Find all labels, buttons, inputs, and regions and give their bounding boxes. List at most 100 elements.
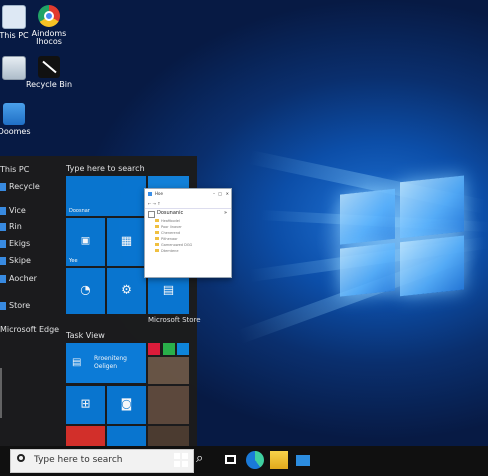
gear-icon: ⚙ — [121, 282, 132, 297]
tile-group-title: Type here to search — [66, 164, 145, 173]
tile-photo-2[interactable] — [148, 426, 189, 446]
windows-start-icon[interactable] — [172, 451, 190, 469]
folder-icon — [155, 237, 159, 240]
forward-icon[interactable]: → — [153, 201, 156, 206]
tile-yee[interactable]: ▣ Yee — [66, 218, 105, 266]
taskbar-search-box[interactable]: Type here to search — [10, 449, 194, 473]
start-item-label: Microsoft Edge — [0, 325, 60, 334]
app-icon — [0, 274, 6, 283]
desktop-icon-app[interactable]: Recycle Bin — [19, 56, 79, 89]
start-item-rin[interactable]: Rin — [0, 220, 62, 234]
folder-icon — [155, 243, 159, 246]
start-item-label: Rin — [9, 222, 22, 231]
edge-icon[interactable] — [246, 451, 264, 469]
folder-icon — [155, 231, 159, 234]
start-menu-app-list: This PC Recycle Vice Rin Ekigs Skipe Aoc… — [0, 156, 62, 446]
start-item-label: Store — [9, 301, 31, 310]
desktop-icon-label: Aindoms Ihocos — [31, 29, 67, 46]
close-icon[interactable]: ✕ — [226, 189, 229, 199]
app-icon — [0, 301, 6, 310]
tile-blue[interactable] — [107, 426, 146, 446]
task-view-icon[interactable] — [222, 451, 240, 469]
tile-doosnar[interactable]: Doosnar — [66, 176, 146, 216]
address-label: Dosunanic — [157, 210, 184, 216]
camera-icon: ◙ — [120, 396, 133, 411]
folder-name: Gamenowed DGG — [161, 243, 193, 247]
folder-name: Poor linaver — [161, 225, 182, 229]
app-icon — [0, 239, 6, 248]
desktop-icon-chrome[interactable]: Aindoms Ihocos — [19, 5, 79, 46]
scrollbar[interactable] — [0, 368, 10, 418]
file-explorer-window[interactable]: Hoe – □ ✕ ← → ↑ Dosunanic » Heafibodel P… — [144, 188, 232, 278]
up-icon[interactable]: ↑ — [157, 201, 160, 206]
start-item-label: Aocher — [9, 274, 37, 283]
desktop-icon-folder[interactable]: Ooomes — [0, 103, 44, 136]
tile-people-photo[interactable] — [148, 357, 189, 384]
tile-label: Doosnar — [69, 208, 90, 214]
tile-label: Yee — [69, 258, 78, 264]
tile-label: Rroeniteng Oeligen — [94, 355, 127, 370]
start-item-vice[interactable]: Vice — [0, 204, 62, 218]
start-item-label: Vice — [9, 206, 26, 215]
start-item-store[interactable]: Store — [0, 299, 62, 313]
folder-list: Heafibodel Poor linaver Chenerend Pithen… — [145, 218, 231, 254]
start-item-aocher[interactable]: Aocher — [0, 272, 62, 286]
tile-caption: Microsoft Store — [148, 316, 201, 324]
tile-windows[interactable]: ⊞ — [66, 386, 105, 424]
start-item-edge[interactable]: Microsoft Edge — [0, 323, 62, 337]
tile-mail[interactable] — [177, 343, 189, 355]
taskbar: Type here to search ⌕ — [0, 446, 488, 476]
windows-logo-wallpaper — [340, 173, 465, 306]
folder-icon — [155, 219, 159, 222]
tile-red[interactable] — [66, 426, 105, 446]
app-icon — [0, 182, 6, 191]
folder-name: Heafibodel — [161, 219, 180, 223]
search-placeholder: Type here to search — [34, 455, 123, 465]
camera-icon: ▣ — [80, 235, 91, 247]
start-item-label: Recycle — [9, 182, 40, 191]
tile-camera[interactable]: ◙ — [107, 386, 146, 424]
windows-icon: ⊞ — [80, 396, 91, 411]
news-icon: ▤ — [72, 357, 82, 368]
folder-name: Dtemtene — [161, 249, 179, 253]
store-icon[interactable] — [294, 451, 312, 469]
start-item-recycle[interactable]: Recycle — [0, 180, 62, 194]
start-item-skipe[interactable]: Skipe — [0, 254, 62, 268]
maximize-icon[interactable]: □ — [218, 189, 222, 199]
start-item-this-pc[interactable]: This PC — [0, 163, 62, 177]
chevron-icon[interactable]: » — [224, 209, 227, 218]
folder-icon — [155, 225, 159, 228]
chrome-icon — [38, 5, 60, 27]
tile-photo-person[interactable] — [148, 386, 189, 424]
tile-edge[interactable]: ◔ — [66, 268, 105, 314]
minimize-icon[interactable]: – — [213, 189, 215, 199]
app-icon — [0, 222, 6, 231]
explorer-title-bar[interactable]: Hoe – □ ✕ — [145, 189, 231, 199]
folder-icon — [3, 103, 25, 125]
tile-group-title: Task View — [66, 331, 105, 340]
desktop-icon-label: Recycle Bin — [25, 80, 73, 89]
start-item-ekigs[interactable]: Ekigs — [0, 237, 62, 251]
store-icon: ▤ — [162, 282, 175, 297]
back-icon[interactable]: ← — [148, 201, 151, 206]
app-icon — [0, 256, 6, 265]
folder-icon[interactable] — [270, 451, 288, 469]
folder-name: Chenerend — [161, 231, 181, 235]
folder-icon — [155, 249, 159, 252]
explorer-address[interactable]: Dosunanic » — [145, 209, 231, 218]
calculator-icon: ▦ — [120, 233, 133, 248]
search-icon[interactable]: ⌕ — [196, 451, 214, 469]
explorer-nav-bar: ← → ↑ — [145, 199, 231, 209]
tile-photos[interactable] — [148, 343, 160, 355]
list-item[interactable]: Dtemtene — [145, 248, 231, 254]
document-icon — [148, 211, 155, 218]
app-icon — [0, 206, 6, 215]
tile-news[interactable]: ▤ Rroeniteng Oeligen — [66, 343, 146, 383]
tile-settings[interactable]: ⚙ — [107, 268, 146, 314]
window-title: Hoe — [155, 191, 163, 196]
folder-icon — [148, 192, 152, 196]
edge-icon: ◔ — [80, 282, 91, 297]
tile-phone[interactable] — [163, 343, 175, 355]
app-icon — [38, 56, 60, 78]
tile-calculator[interactable]: ▦ — [107, 218, 146, 266]
